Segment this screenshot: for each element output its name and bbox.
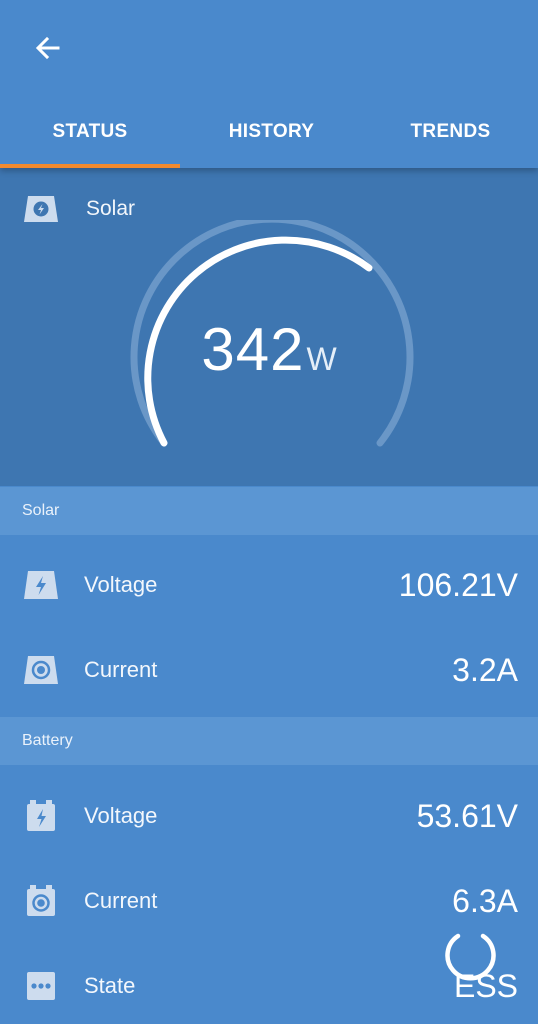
voltage-bolt-icon (24, 571, 58, 599)
battery-voltage-icon (27, 800, 55, 831)
power-value: 342 (201, 316, 305, 383)
section-header-battery: Battery (0, 717, 538, 765)
battery-voltage-label: Voltage (84, 803, 158, 828)
section-header-solar: Solar (0, 487, 538, 535)
battery-voltage-value: 53.61V (416, 797, 518, 834)
solar-voltage-value: 106.21V (398, 566, 518, 603)
loading-spinner-icon (445, 933, 496, 981)
tab-trends[interactable]: TRENDS (363, 100, 538, 163)
tab-bar: STATUS HISTORY TRENDS (0, 100, 538, 168)
solar-current-row[interactable]: Current 3.2A (0, 628, 538, 712)
app-bar: STATUS HISTORY TRENDS (0, 0, 538, 168)
battery-voltage-row[interactable]: Voltage 53.61V (0, 774, 538, 858)
power-unit: W (306, 341, 337, 377)
tab-history[interactable]: HISTORY (180, 100, 363, 163)
battery-current-icon (27, 885, 55, 916)
hero-label: Solar (86, 197, 136, 220)
battery-current-value: 6.3A (452, 882, 518, 919)
battery-current-label: Current (84, 888, 158, 913)
active-tab-indicator (0, 164, 180, 168)
solar-voltage-label: Voltage (84, 572, 158, 597)
hero-header: Solar (22, 194, 135, 224)
solar-current-label: Current (84, 657, 158, 682)
solar-current-value: 3.2A (452, 651, 518, 688)
tab-status[interactable]: STATUS (0, 100, 180, 163)
power-readout: 342W (0, 320, 538, 389)
more-dots-icon (27, 972, 55, 1000)
solar-voltage-row[interactable]: Voltage 106.21V (0, 543, 538, 627)
back-button[interactable] (30, 30, 66, 66)
battery-state-label: State (84, 973, 136, 998)
arrow-left-icon (35, 36, 60, 60)
solar-panel-icon (24, 196, 58, 222)
current-icon (24, 656, 58, 684)
